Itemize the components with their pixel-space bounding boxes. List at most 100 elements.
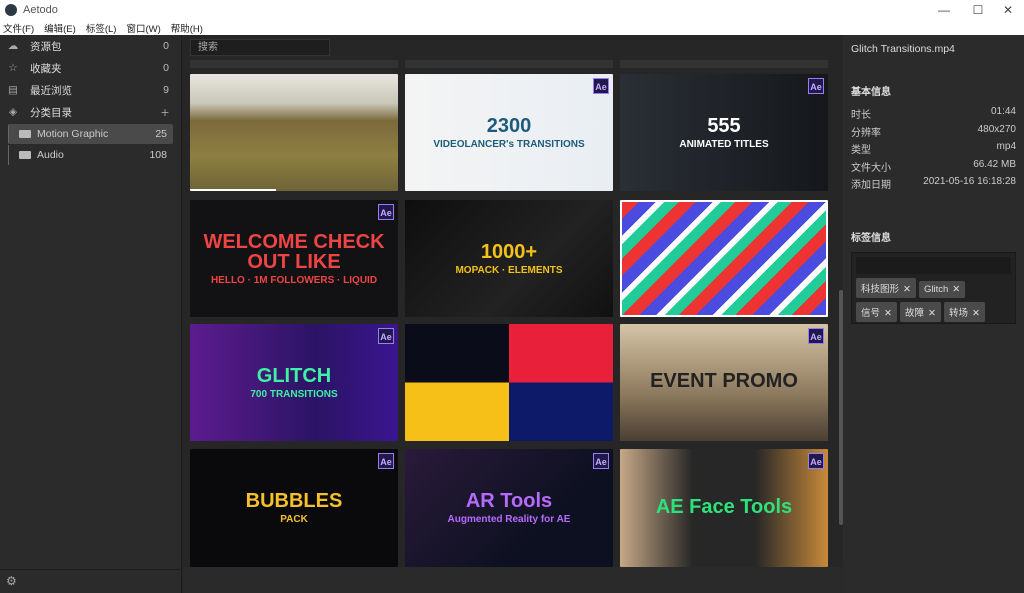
app-logo-icon bbox=[5, 4, 17, 16]
thumbnail-card[interactable]: AE Face Tools Ae bbox=[620, 449, 828, 567]
sidebar-item-count: 9 bbox=[163, 84, 169, 96]
thumbnail-card[interactable]: WELCOME CHECK OUT LIKE HELLO · 1M FOLLOWE… bbox=[190, 200, 398, 317]
sidebar-item-recent[interactable]: ▤ 最近浏览 9 bbox=[0, 79, 181, 101]
info-row: 添加日期 2021-05-16 16:18:28 bbox=[851, 176, 1016, 194]
after-effects-badge-icon: Ae bbox=[378, 328, 394, 344]
folder-count: 108 bbox=[149, 149, 167, 161]
cloud-icon: ☁ bbox=[7, 40, 19, 52]
remove-tag-icon[interactable]: ✕ bbox=[903, 284, 911, 295]
tag-box: 科技图形 ✕ Glitch ✕信号 ✕ 故障 ✕ 转场 ✕ bbox=[851, 251, 1016, 324]
thumbnail-card[interactable]: EVENT PROMO Ae bbox=[620, 324, 828, 441]
thumbnail-partial[interactable] bbox=[620, 60, 828, 68]
sidebar-item-packages[interactable]: ☁ 资源包 0 bbox=[0, 35, 181, 57]
sidebar-item-categories[interactable]: ◈ 分类目录 + bbox=[0, 101, 181, 123]
menu-help[interactable]: 帮助(H) bbox=[171, 21, 203, 35]
sidebar-item-label: 分类目录 bbox=[30, 106, 72, 119]
asset-grid-area: 搜索 2300 VIDEOLANCER's TRANSITIONS Ae 555 ANI… bbox=[183, 35, 843, 593]
maximize-button[interactable]: ☐ bbox=[962, 0, 994, 20]
info-row: 分辨率 480x270 bbox=[851, 124, 1016, 142]
info-label: 添加日期 bbox=[851, 180, 891, 191]
info-row: 时长 01:44 bbox=[851, 106, 1016, 124]
thumbnail-subtitle: 700 TRANSITIONS bbox=[250, 388, 338, 400]
remove-tag-icon[interactable]: ✕ bbox=[952, 284, 960, 295]
tag-chip: Glitch ✕ bbox=[918, 280, 966, 298]
tag-chip: 转场 ✕ bbox=[943, 301, 985, 322]
menu-tags[interactable]: 标签(L) bbox=[86, 21, 117, 35]
thumbnail-subtitle: MOPACK · ELEMENTS bbox=[455, 264, 563, 276]
remove-tag-icon[interactable]: ✕ bbox=[884, 308, 892, 319]
info-value: 480x270 bbox=[977, 123, 1016, 135]
thumbnail-partial[interactable] bbox=[405, 60, 613, 68]
after-effects-badge-icon: Ae bbox=[593, 78, 609, 94]
thumbnail-subtitle: HELLO · 1M FOLLOWERS · LIQUID bbox=[210, 274, 378, 286]
history-icon: ▤ bbox=[8, 84, 18, 96]
thumbnail-card[interactable]: 2300 VIDEOLANCER's TRANSITIONS Ae bbox=[405, 74, 613, 191]
tag-input[interactable] bbox=[856, 256, 1011, 274]
thumbnail-title: 2300 bbox=[486, 114, 532, 137]
thumbnail-card[interactable] bbox=[190, 74, 398, 191]
info-label: 类型 bbox=[851, 145, 871, 156]
sidebar-item-count: 0 bbox=[163, 40, 169, 52]
star-icon: ☆ bbox=[8, 62, 18, 74]
preview-progress-bar bbox=[190, 189, 276, 191]
close-button[interactable]: ✕ bbox=[992, 0, 1024, 20]
sidebar: ☁ 资源包 0 ☆ 收藏夹 0 ▤ 最近浏览 9 ◈ 分类目录 + Motion Graphic… bbox=[0, 35, 182, 593]
menu-file[interactable]: 文件(F) bbox=[3, 21, 34, 35]
thumbnail-title: 1000+ bbox=[480, 240, 538, 263]
remove-tag-icon[interactable]: ✕ bbox=[928, 308, 936, 319]
info-label: 分辨率 bbox=[851, 127, 881, 139]
info-value: 2021-05-16 16:18:28 bbox=[923, 176, 1016, 187]
folder-label: Motion Graphic bbox=[37, 128, 109, 140]
tag-info-heading: 标签信息 bbox=[851, 232, 891, 244]
sidebar-item-count: 0 bbox=[163, 62, 169, 74]
thumbnail-card[interactable]: 1000+ MOPACK · ELEMENTS bbox=[405, 200, 613, 317]
after-effects-badge-icon: Ae bbox=[593, 453, 609, 469]
folder-count: 25 bbox=[155, 128, 167, 140]
thumbnail-partial[interactable] bbox=[190, 60, 398, 68]
thumbnail-title: 555 bbox=[707, 114, 741, 137]
folder-audio[interactable]: Audio 108 bbox=[8, 145, 173, 165]
thumbnail-title: EVENT PROMO bbox=[650, 370, 798, 392]
info-label: 文件大小 bbox=[851, 162, 891, 174]
thumbnail-card[interactable]: 555 ANIMATED TITLES Ae bbox=[620, 74, 828, 191]
thumbnail-card[interactable] bbox=[620, 200, 828, 317]
folder-icon bbox=[19, 130, 31, 138]
thumbnail-card[interactable]: AR Tools Augmented Reality for AE Ae bbox=[405, 449, 613, 567]
menu-edit[interactable]: 编辑(E) bbox=[44, 21, 76, 35]
title-bar: Aetodo — ☐ ✕ bbox=[0, 0, 1024, 20]
thumbnail-card[interactable] bbox=[405, 324, 613, 441]
info-row: 文件大小 66.42 MB bbox=[851, 159, 1016, 177]
folder-icon bbox=[19, 151, 31, 159]
info-row: 类型 mp4 bbox=[851, 141, 1016, 159]
search-input[interactable]: 搜索 bbox=[190, 39, 330, 56]
tag-label: Glitch bbox=[923, 283, 949, 295]
tag-chip: 科技图形 ✕ bbox=[856, 277, 916, 298]
minimize-button[interactable]: — bbox=[928, 0, 960, 20]
sidebar-footer: ⚙ bbox=[0, 569, 182, 593]
sidebar-item-favorites[interactable]: ☆ 收藏夹 0 bbox=[0, 57, 181, 79]
sidebar-item-label: 收藏夹 bbox=[30, 62, 62, 75]
thumbnail-subtitle: ANIMATED TITLES bbox=[679, 138, 769, 150]
thumbnail-title: AR Tools bbox=[465, 490, 553, 512]
after-effects-badge-icon: Ae bbox=[808, 453, 824, 469]
thumbnail-card[interactable]: GLITCH 700 TRANSITIONS Ae bbox=[190, 324, 398, 441]
folder-label: Audio bbox=[37, 149, 64, 161]
info-value: 66.42 MB bbox=[973, 158, 1016, 170]
file-name: Glitch Transitions.mp4 bbox=[851, 43, 955, 55]
detail-panel: Glitch Transitions.mp4 基本信息 时长 01:44 分辨率 48… bbox=[843, 35, 1024, 593]
add-category-button[interactable]: + bbox=[161, 104, 169, 120]
after-effects-badge-icon: Ae bbox=[808, 78, 824, 94]
gear-icon[interactable]: ⚙ bbox=[6, 574, 17, 588]
folder-motion-graphic[interactable]: Motion Graphic 25 bbox=[8, 124, 173, 144]
after-effects-badge-icon: Ae bbox=[808, 328, 824, 344]
remove-tag-icon[interactable]: ✕ bbox=[972, 308, 980, 319]
app-title: Aetodo bbox=[23, 4, 58, 16]
basic-info-heading: 基本信息 bbox=[851, 87, 891, 98]
menu-window[interactable]: 窗口(W) bbox=[126, 21, 160, 35]
tag-label: 信号 bbox=[861, 307, 881, 319]
thumbnail-card[interactable]: BUBBLES PACK Ae bbox=[190, 449, 398, 567]
tag-label: 故障 bbox=[904, 307, 924, 319]
after-effects-badge-icon: Ae bbox=[378, 453, 394, 469]
tag-chip: 信号 ✕ bbox=[856, 301, 897, 322]
thumbnail-subtitle: Augmented Reality for AE bbox=[447, 514, 571, 525]
